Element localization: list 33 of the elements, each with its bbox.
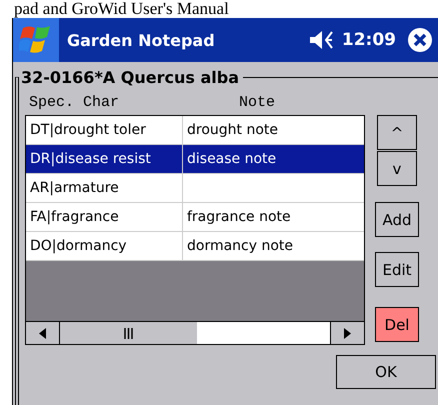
action-button[interactable]: Edit: [375, 252, 419, 287]
column-header: Spec. Char: [28, 94, 120, 110]
table-cell: DT|drought toler: [30, 122, 146, 138]
table-row[interactable]: DT|drought toler drought note: [26, 116, 364, 145]
clock-time[interactable]: 12:09: [342, 30, 396, 50]
action-button[interactable]: Add: [375, 202, 419, 237]
table-row[interactable]: DO|dormancy dormancy note: [26, 232, 364, 261]
table-cell: disease note: [187, 151, 276, 167]
table-cell: drought note: [187, 122, 278, 138]
scroll-left-icon[interactable]: [39, 328, 46, 338]
document-caption: pad and GroWid User's Manual: [14, 0, 229, 18]
scroll-right-icon[interactable]: [344, 328, 351, 338]
table-row[interactable]: DR|disease resist disease note: [26, 145, 364, 174]
grip-icon: [124, 328, 133, 338]
window-title: Garden Notepad: [67, 30, 216, 50]
group-title: 32-0166*A Quercus alba: [20, 68, 240, 87]
table-cell: fragrance note: [187, 209, 291, 225]
table-cell: FA|fragrance: [30, 209, 119, 225]
column-header: Note: [239, 94, 276, 110]
start-button[interactable]: [13, 18, 59, 62]
close-icon[interactable]: [408, 28, 432, 52]
windows-flag-icon: [19, 24, 53, 56]
delete-button[interactable]: Del: [375, 307, 419, 342]
table-cell: dormancy note: [187, 238, 294, 254]
table-cell: DR|disease resist: [30, 151, 151, 167]
table-cell: DO|dormancy: [30, 238, 127, 254]
table-row[interactable]: FA|fragrance fragrance note: [26, 203, 364, 232]
horizontal-scrollbar[interactable]: [26, 321, 364, 344]
table-row[interactable]: AR|armature: [26, 174, 364, 203]
move-up-button[interactable]: ^: [377, 115, 417, 150]
table-cell: AR|armature: [30, 180, 119, 196]
move-down-button[interactable]: v: [377, 151, 417, 186]
ok-button[interactable]: OK: [336, 355, 436, 389]
